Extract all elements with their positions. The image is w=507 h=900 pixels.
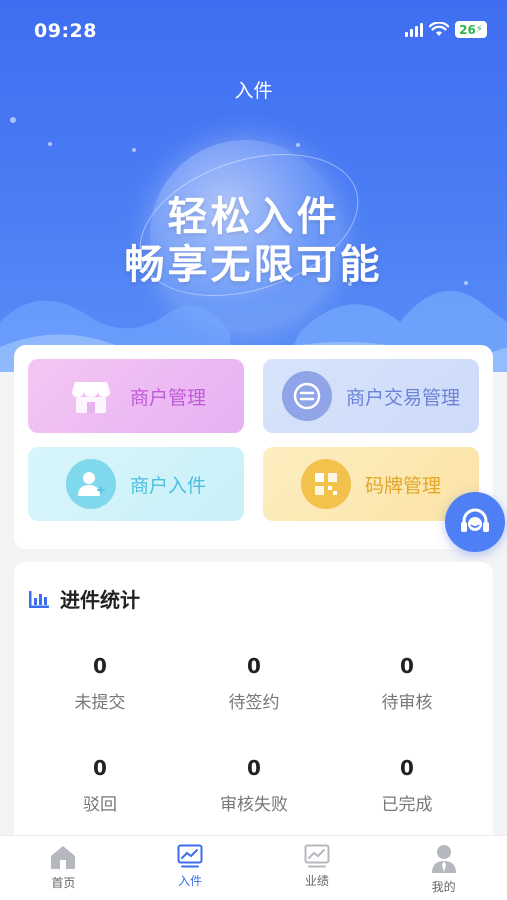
merchant-transaction-management-button[interactable]: 商户交易管理 (263, 359, 479, 433)
stat-label: 待审核 (381, 693, 433, 713)
performance-icon (304, 844, 330, 868)
page-title: 入件 (234, 80, 273, 102)
stat-value: 0 (247, 654, 261, 678)
stat-pending-review[interactable]: 0 待审核 (327, 654, 487, 713)
merchant-onboarding-button[interactable]: 商户入件 (28, 447, 244, 521)
hero-banner: 09:28 26 ⚡ 入件 轻松入件 畅享无限可能 (0, 0, 507, 372)
stat-label: 未提交 (74, 693, 126, 713)
transaction-icon (281, 371, 332, 421)
store-icon (66, 371, 116, 421)
decor-dot (10, 117, 16, 123)
home-icon (51, 846, 76, 869)
tab-label: 入件 (178, 874, 203, 888)
decor-dot (296, 143, 300, 147)
stat-value: 0 (400, 654, 414, 678)
status-icons: 26 ⚡ (405, 21, 487, 38)
tab-label: 业绩 (304, 874, 329, 888)
chart-icon (177, 844, 203, 868)
menu-card: 商户管理 商户交易管理 商户入件 码牌管理 (14, 345, 493, 549)
menu-label: 码牌管理 (364, 474, 441, 497)
tab-label: 首页 (51, 876, 76, 890)
stat-value: 0 (247, 756, 261, 780)
headset-icon (461, 508, 489, 532)
menu-label: 商户管理 (129, 386, 206, 409)
bottom-tab-bar: 首页 入件 业绩 我的 (0, 835, 507, 900)
decor-dot (48, 142, 52, 146)
menu-label: 商户交易管理 (345, 386, 460, 409)
bar-chart-icon (29, 590, 49, 608)
stat-value: 0 (400, 756, 414, 780)
stat-label: 驳回 (83, 795, 117, 815)
tab-profile[interactable]: 我的 (380, 836, 507, 900)
stat-value: 0 (93, 654, 107, 678)
stat-completed[interactable]: 0 已完成 (327, 756, 487, 815)
stats-header: 进件统计 (28, 584, 140, 613)
decor-dot (132, 148, 136, 152)
wifi-icon (429, 22, 449, 36)
stat-review-failed[interactable]: 0 审核失败 (174, 756, 334, 815)
battery-icon: 26 ⚡ (455, 21, 487, 38)
tab-label: 我的 (431, 880, 456, 894)
tab-onboarding[interactable]: 入件 (127, 836, 254, 900)
status-bar: 09:28 26 ⚡ (0, 0, 507, 60)
stat-label: 已完成 (381, 795, 433, 815)
merchant-management-button[interactable]: 商户管理 (28, 359, 244, 433)
tab-home[interactable]: 首页 (0, 836, 127, 900)
stats-card: 进件统计 0 未提交 0 待签约 0 待审核 0 驳回 0 审核失败 0 已完成 (14, 562, 493, 852)
menu-label: 商户入件 (129, 474, 206, 497)
stat-not-submitted[interactable]: 0 未提交 (20, 654, 180, 713)
cellular-signal-icon (405, 22, 423, 37)
stat-rejected[interactable]: 0 驳回 (20, 756, 180, 815)
stats-title: 进件统计 (60, 588, 140, 612)
stat-value: 0 (93, 756, 107, 780)
status-time: 09:28 (34, 20, 97, 42)
stat-label: 待签约 (228, 693, 280, 713)
qr-board-icon (300, 459, 351, 509)
stat-pending-sign[interactable]: 0 待签约 (174, 654, 334, 713)
add-user-icon (65, 459, 116, 509)
profile-icon (431, 845, 456, 873)
tab-performance[interactable]: 业绩 (254, 836, 381, 900)
stat-label: 审核失败 (220, 795, 288, 815)
customer-service-button[interactable] (445, 492, 505, 552)
